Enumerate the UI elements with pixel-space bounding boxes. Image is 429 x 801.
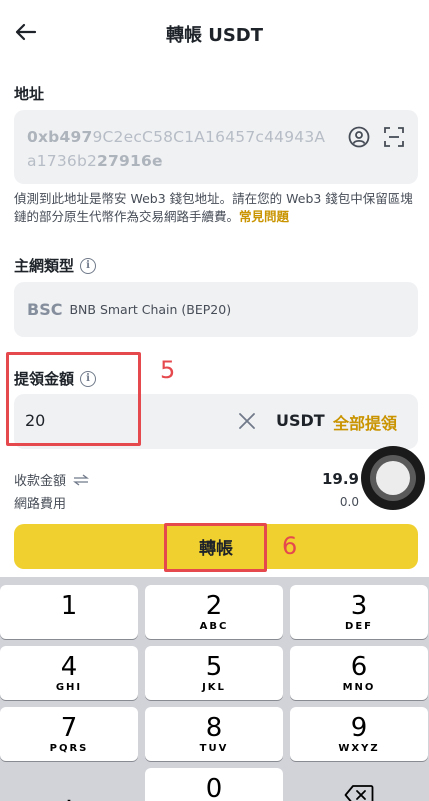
key-digit: 1 [60, 590, 78, 621]
network-selector[interactable]: BSC BNB Smart Chain (BEP20) [14, 282, 418, 337]
faq-link[interactable]: 常見問題 [239, 209, 289, 224]
address-value: 0xb4979C2ecC58C1A16457c44943Aa1736b22791… [27, 125, 332, 173]
address-field[interactable]: 0xb4979C2ecC58C1A16457c44943Aa1736b22791… [14, 110, 418, 184]
swap-icon[interactable] [72, 473, 90, 486]
fee-row: 網路費用 [14, 493, 66, 512]
assistive-touch-ring [370, 455, 416, 501]
receive-value: 19.9 [321, 470, 359, 488]
key-letters: MNO [342, 681, 376, 693]
key-digit: 8 [205, 712, 223, 743]
receive-label: 收款金額 [14, 474, 67, 489]
numeric-keypad: 1 2 ABC 3 DEF 4 GHI 5 JKL 6 MNO 7 PQRS 8… [0, 577, 429, 801]
contact-icon[interactable] [348, 126, 370, 148]
annotation-box-step6 [164, 523, 267, 572]
key-letters: DEF [345, 620, 373, 632]
key-digit: 6 [350, 651, 368, 682]
key-letters: ABC [199, 620, 229, 632]
header: 轉帳 USDT [0, 0, 429, 66]
key-5[interactable]: 5 JKL [145, 646, 283, 700]
withdraw-all-button[interactable]: 全部提領 [333, 410, 397, 434]
assistive-touch-core [376, 461, 410, 495]
address-label: 地址 [14, 83, 44, 104]
address-value-prefix: 0xb497 [27, 128, 93, 146]
address-label-text: 地址 [14, 85, 45, 103]
key-digit: 5 [205, 651, 223, 682]
assistive-touch-button[interactable] [361, 446, 425, 510]
network-label: 主網類型 i [14, 255, 97, 276]
key-0[interactable]: 0 [145, 768, 283, 801]
receive-amount-row: 收款金額 [14, 470, 90, 489]
key-letters: JKL [202, 681, 226, 693]
key-digit: 0 [205, 773, 223, 801]
key-letters: PQRS [49, 742, 89, 754]
key-digit: 2 [205, 590, 223, 621]
annotation-box-step5 [6, 352, 141, 446]
key-digit: 3 [350, 590, 368, 621]
address-value-suffix: 27916e [97, 152, 163, 170]
network-name: BNB Smart Chain (BEP20) [69, 302, 232, 317]
backspace-icon [344, 785, 374, 801]
key-digit: 4 [60, 651, 78, 682]
page-title: 轉帳 USDT [165, 25, 264, 46]
key-7[interactable]: 7 PQRS [0, 707, 138, 761]
key-dot-label: . [64, 780, 74, 801]
network-code: BSC [27, 300, 63, 319]
key-1[interactable]: 1 [0, 585, 138, 639]
fee-label: 網路費用 [14, 497, 67, 512]
key-letters: TUV [199, 742, 229, 754]
key-digit: 7 [60, 712, 78, 743]
key-8[interactable]: 8 TUV [145, 707, 283, 761]
key-letters: GHI [55, 681, 83, 693]
key-4[interactable]: 4 GHI [0, 646, 138, 700]
key-letters: WXYZ [338, 742, 380, 754]
network-info-icon[interactable]: i [80, 257, 97, 274]
delete-key[interactable] [290, 768, 428, 801]
key-3[interactable]: 3 DEF [290, 585, 428, 639]
key-6[interactable]: 6 MNO [290, 646, 428, 700]
fee-value: 0.0 [339, 495, 359, 509]
key-9[interactable]: 9 WXYZ [290, 707, 428, 761]
address-note-text: 偵測到此地址是幣安 Web3 錢包地址。請在您的 Web3 錢包中保留區塊鏈的部… [14, 191, 413, 224]
key-digit: 9 [350, 712, 368, 743]
key-dot[interactable]: . [0, 768, 138, 801]
address-note: 偵測到此地址是幣安 Web3 錢包地址。請在您的 Web3 錢包中保留區塊鏈的部… [14, 190, 414, 226]
key-2[interactable]: 2 ABC [145, 585, 283, 639]
scan-icon[interactable] [383, 126, 405, 148]
network-label-text: 主網類型 [14, 257, 75, 275]
annotation-step6: 6 [282, 532, 298, 560]
clear-icon[interactable] [238, 412, 256, 430]
amount-unit: USDT [276, 411, 325, 430]
annotation-step5: 5 [160, 356, 176, 384]
